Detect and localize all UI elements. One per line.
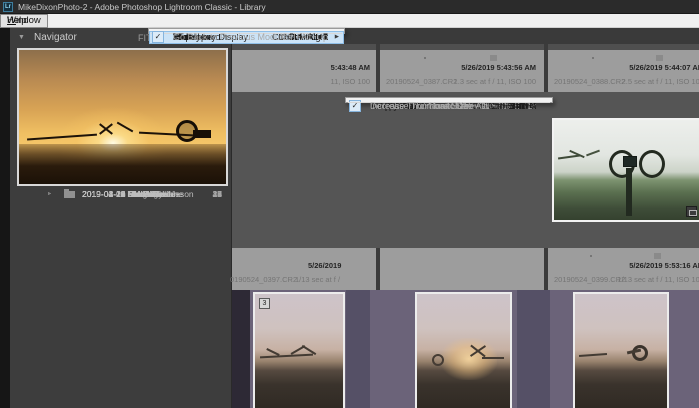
- navigator-preview-photo[interactable]: [17, 48, 228, 186]
- photo-thumbnail-0399[interactable]: [573, 292, 669, 408]
- grid-left-margin: [232, 290, 250, 408]
- menu-item-go-back-to-previous-module: Go Back to Previous Module Ctrl+Alt+Up: [149, 31, 344, 44]
- navigator-title: Navigator: [34, 32, 77, 43]
- title-bar: Lr MikeDixonPhoto-2 - Adobe Photoshop Li…: [0, 0, 699, 14]
- lightroom-window: Lr MikeDixonPhoto-2 - Adobe Photoshop Li…: [0, 0, 699, 408]
- secondary-display-submenu: ✓ShowF11Full ScreenShift+F11Show Second …: [345, 97, 553, 112]
- fence-silhouette: [578, 353, 607, 358]
- filename: 20190524_0399.CR2: [554, 275, 626, 284]
- badge-placeholder: [490, 55, 497, 61]
- exposure-info: 1.3 sec at f / 11, ISO 100: [453, 77, 536, 86]
- sun-glow: [441, 338, 497, 380]
- folder-icon: [64, 189, 75, 198]
- capture-time: 5:43:48 AM: [330, 63, 370, 72]
- badge-placeholder: [656, 55, 663, 61]
- folder-photo-count: 4: [217, 189, 222, 199]
- cannon-wheel: [638, 150, 665, 178]
- menu-item-label: Go Back to Previous Module: [173, 32, 288, 42]
- window-menu: Impromptu SlideshowCtrl+EnterFind Extens…: [148, 28, 345, 44]
- capture-datetime: 5/26/2019 5:53:16 AM: [629, 261, 699, 270]
- exposure-info: 1/13 sec at f / 11, ISO 100: [617, 275, 699, 284]
- folders-list: ▸ 2019-01-11 PM Owl ▸ 2019-01-12 PM Eagle ▸ 2…: [10, 188, 232, 408]
- cannon-wheel-silhouette: [632, 345, 649, 362]
- cannon-silhouette: [192, 130, 211, 139]
- grid-cell-header[interactable]: 5/26/2019 5:43:56 AM 20190524_0387.CR2 1…: [376, 50, 544, 92]
- menu-item-label: Decrease Thumbnail Size: [370, 101, 473, 111]
- left-panel: ▼ Navigator FIT ▸ 2019-01-11 PM Owl ▸ 2019-…: [10, 28, 232, 408]
- ground-silhouette: [19, 143, 226, 184]
- photo-thumbnail-0398[interactable]: [415, 292, 512, 408]
- folder-item-2019-04-19-pm-sunset[interactable]: ▸ 2019-04-19 PM Sunset 4: [10, 188, 232, 200]
- grid-cell-header[interactable]: 5/26/2019 0190524_0397.CR2 1/13 sec at f…: [230, 248, 376, 290]
- folder-name: 2019-04-19 PM Sunset: [82, 189, 170, 199]
- index-number-badge: 3: [259, 298, 270, 309]
- disclosure-triangle-icon[interactable]: ▸: [48, 190, 51, 198]
- exposure-info: 11, ISO 100: [330, 77, 370, 86]
- fence-silhouette: [482, 356, 505, 359]
- cell-divider: [376, 248, 380, 290]
- photo-thumbnail-0388[interactable]: [552, 118, 699, 222]
- capture-datetime: 5/26/2019: [308, 261, 342, 270]
- badge-placeholder: [654, 253, 661, 259]
- exposure-info: 2.5 sec at f / 11, ISO 100: [621, 77, 699, 86]
- fence-silhouette: [586, 149, 601, 157]
- lightroom-logo-icon: Lr: [3, 2, 13, 12]
- grid-cell-header[interactable]: 5/26/2019 5:44:07 AM 20190524_0388.CR2 2…: [544, 50, 699, 92]
- fence-silhouette: [265, 347, 280, 356]
- menubar-item-help[interactable]: Help: [0, 14, 34, 28]
- cannon-trail: [626, 168, 633, 216]
- grid-cell-header[interactable]: 5:43:48 AM 11, ISO 100: [252, 50, 372, 92]
- collapse-triangle-icon[interactable]: ▼: [18, 34, 25, 41]
- photo-thumbnail-0397[interactable]: 3: [253, 292, 345, 408]
- capture-datetime: 5/26/2019 5:44:07 AM: [629, 63, 699, 72]
- panel-edge: [0, 28, 10, 408]
- capture-datetime: 5/26/2019 5:43:56 AM: [461, 63, 536, 72]
- menu-bar: FileEditLibraryPhotoMetadataViewWindowHe…: [0, 14, 699, 28]
- cell-gap: [517, 290, 550, 408]
- filename: 20190524_0387.CR2: [386, 77, 458, 86]
- grid-cell-header[interactable]: 5/26/2019 5:53:16 AM 20190524_0399.CR2 1…: [544, 248, 699, 290]
- menu-item-decrease-thumbnail-size: Decrease Thumbnail Size: [346, 100, 552, 113]
- exposure-info: 1/13 sec at f /: [295, 275, 341, 284]
- menu-shortcut: Ctrl+Alt+Up: [281, 32, 328, 42]
- window-title: MikeDixonPhoto-2 - Adobe Photoshop Light…: [18, 2, 266, 12]
- cell-gap: [346, 290, 370, 408]
- filename: 20190524_0388.CR2: [554, 77, 626, 86]
- metadata-badge-icon[interactable]: [686, 206, 697, 217]
- cannon-breech: [622, 156, 637, 167]
- filename: 0190524_0397.CR2: [230, 275, 298, 284]
- fence-silhouette: [260, 354, 314, 359]
